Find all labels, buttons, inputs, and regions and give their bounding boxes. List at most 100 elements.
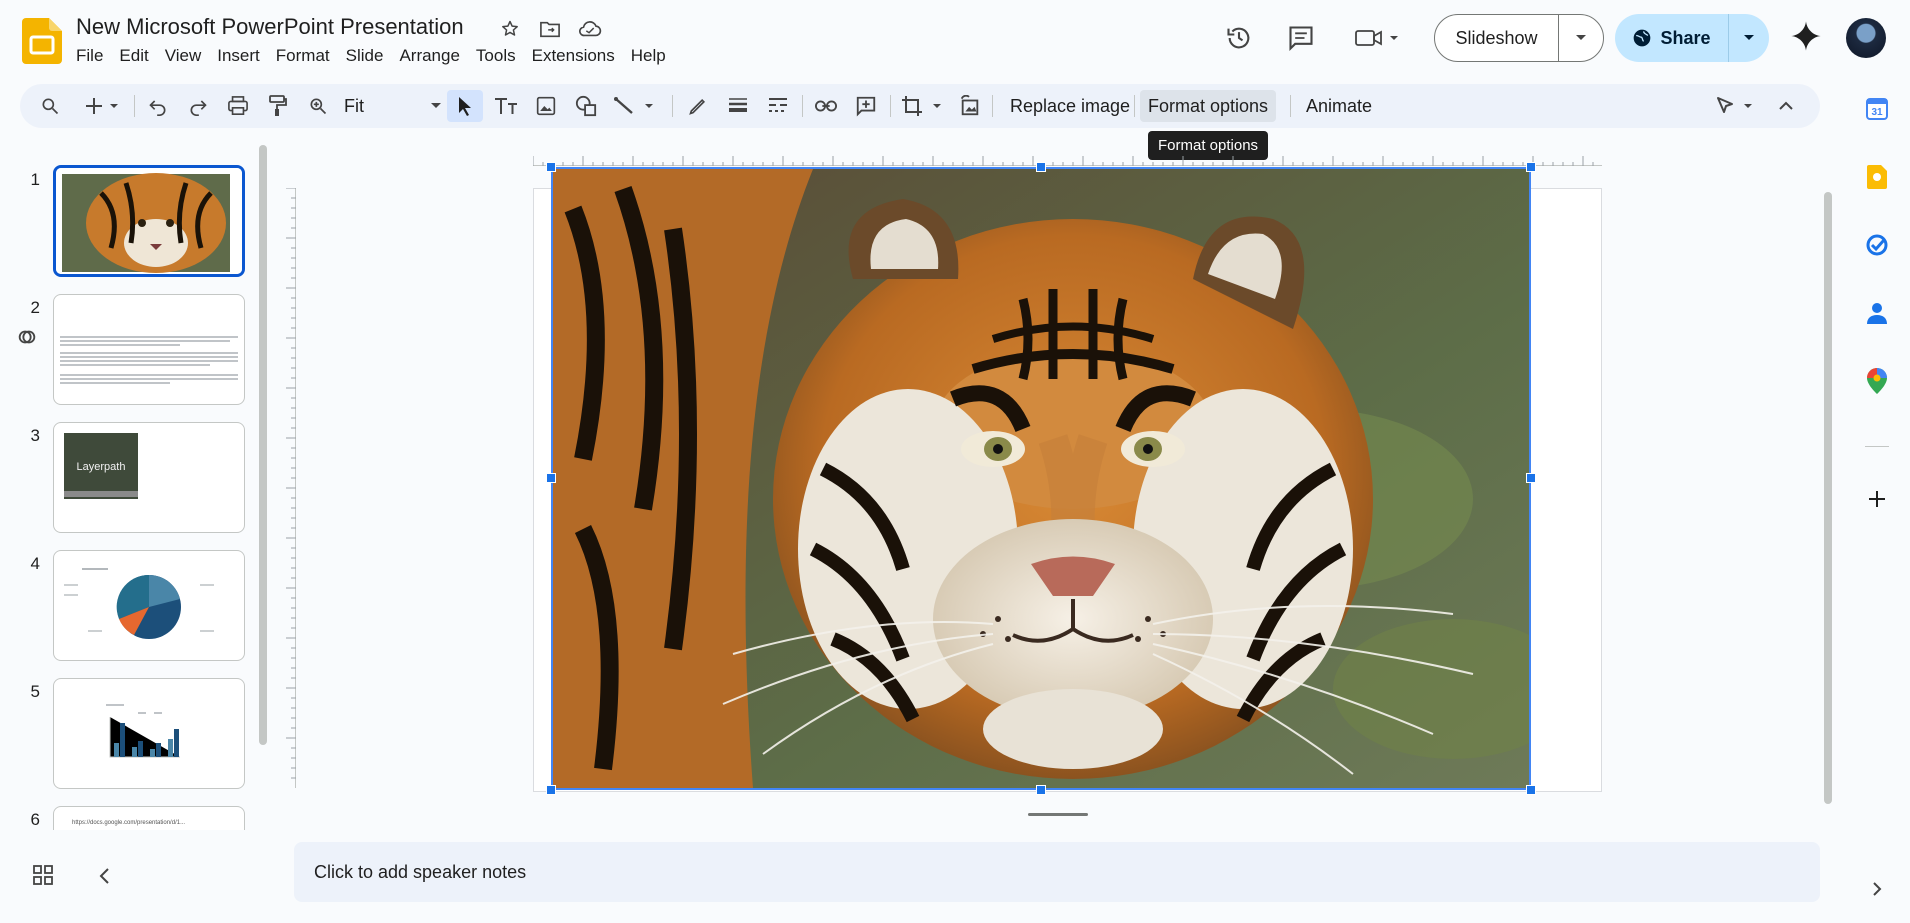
format-options-button[interactable]: Format options <box>1140 90 1277 122</box>
paint-format-icon[interactable] <box>262 90 294 122</box>
menu-slide[interactable]: Slide <box>338 46 392 66</box>
slideshow-button-group: Slideshow <box>1434 14 1604 62</box>
avatar[interactable] <box>1846 18 1886 58</box>
vertical-ruler[interactable] <box>284 188 296 788</box>
editing-mode-icon[interactable] <box>1714 90 1760 122</box>
add-icon[interactable] <box>1860 482 1894 516</box>
slide-thumbnail-1[interactable] <box>53 165 245 277</box>
border-weight-icon[interactable] <box>722 90 754 122</box>
filmstrip-scrollbar[interactable] <box>259 145 267 745</box>
keep-icon[interactable] <box>1860 160 1894 194</box>
slide-thumbnail-2[interactable] <box>53 294 245 405</box>
crop-icon[interactable] <box>898 90 950 122</box>
slide-number: 5 <box>30 682 40 701</box>
menu-help[interactable]: Help <box>623 46 674 66</box>
slide-thumbnail-5[interactable] <box>53 678 245 789</box>
zoom-select[interactable]: Fit <box>338 90 448 122</box>
slide-number: 1 <box>30 170 40 189</box>
select-tool-icon[interactable] <box>447 90 483 122</box>
add-comment-icon[interactable] <box>850 90 882 122</box>
replace-image-button[interactable]: Replace image <box>1002 90 1138 122</box>
slide-number: 6 <box>30 810 40 829</box>
expand-panel-icon[interactable] <box>1860 872 1894 906</box>
menu-insert[interactable]: Insert <box>209 46 268 66</box>
collapse-toolbar-icon[interactable] <box>1770 90 1802 122</box>
meet-icon[interactable] <box>1348 18 1408 58</box>
star-icon[interactable] <box>498 17 522 41</box>
menu-tools[interactable]: Tools <box>468 46 524 66</box>
zoom-icon[interactable] <box>302 90 334 122</box>
maps-icon[interactable] <box>1860 364 1894 398</box>
slide-6-snippet: https://docs.google.com/presentation/d/1… <box>72 820 186 826</box>
border-color-icon[interactable] <box>682 90 714 122</box>
slide-thumbnail-6[interactable]: https://docs.google.com/presentation/d/1… <box>53 806 245 830</box>
slide-number: 2 <box>30 298 40 317</box>
resize-handle-right[interactable] <box>1526 473 1536 483</box>
resize-handle-top[interactable] <box>1036 162 1046 172</box>
share-button-group: Share <box>1615 14 1769 62</box>
svg-text:31: 31 <box>1871 107 1883 118</box>
search-menus-icon[interactable] <box>34 90 66 122</box>
slideshow-button[interactable]: Slideshow <box>1435 15 1559 61</box>
slides-logo-icon[interactable] <box>22 18 62 64</box>
tasks-icon[interactable] <box>1860 228 1894 262</box>
move-folder-icon[interactable] <box>538 17 562 41</box>
undo-icon[interactable] <box>142 90 174 122</box>
menu-view[interactable]: View <box>157 46 210 66</box>
menu-edit[interactable]: Edit <box>111 46 156 66</box>
speaker-notes-field[interactable]: Click to add speaker notes <box>294 842 1820 902</box>
reset-image-icon[interactable] <box>954 90 986 122</box>
contacts-icon[interactable] <box>1860 296 1894 330</box>
cloud-status-icon[interactable] <box>578 17 602 41</box>
side-panel: 31 <box>1852 86 1902 916</box>
shape-icon[interactable] <box>570 90 602 122</box>
share-label: Share <box>1660 27 1711 48</box>
redo-icon[interactable] <box>182 90 214 122</box>
menu-arrange[interactable]: Arrange <box>391 46 467 66</box>
comment-icon[interactable] <box>1281 18 1321 58</box>
collapse-filmstrip-icon[interactable] <box>98 867 110 885</box>
resize-handle-left[interactable] <box>546 473 556 483</box>
selected-tiger-image[interactable] <box>551 167 1531 790</box>
resize-handle-bottom-right[interactable] <box>1526 785 1536 795</box>
slide-thumbnail-4[interactable] <box>53 550 245 661</box>
notes-resize-handle[interactable] <box>1028 813 1088 816</box>
zoom-value: Fit <box>344 95 364 116</box>
chevron-down-icon <box>1744 35 1754 40</box>
history-icon[interactable] <box>1219 18 1259 58</box>
slideshow-dropdown-button[interactable] <box>1559 15 1603 61</box>
insert-image-icon[interactable] <box>530 90 562 122</box>
menu-format[interactable]: Format <box>268 46 338 66</box>
gemini-icon[interactable] <box>1790 20 1822 52</box>
line-icon[interactable] <box>610 90 662 122</box>
resize-handle-top-right[interactable] <box>1526 162 1536 172</box>
link-icon <box>16 326 38 348</box>
share-button[interactable]: Share <box>1615 14 1729 62</box>
grid-view-icon[interactable] <box>32 864 54 886</box>
slide-thumbnail-3[interactable]: Layerpath <box>53 422 245 533</box>
animate-button[interactable]: Animate <box>1298 90 1380 122</box>
globe-icon <box>1632 28 1652 48</box>
menu-file[interactable]: File <box>68 46 111 66</box>
new-slide-icon[interactable] <box>80 90 128 122</box>
slide-3-caption: Layerpath <box>77 461 126 473</box>
document-title[interactable]: New Microsoft PowerPoint Presentation <box>76 14 464 40</box>
calendar-icon[interactable]: 31 <box>1860 92 1894 126</box>
print-icon[interactable] <box>222 90 254 122</box>
resize-handle-top-left[interactable] <box>546 162 556 172</box>
slide-number: 3 <box>30 426 40 445</box>
horizontal-ruler[interactable] <box>533 152 1602 166</box>
resize-handle-bottom-left[interactable] <box>546 785 556 795</box>
menu-bar: File Edit View Insert Format Slide Arran… <box>68 46 674 66</box>
border-dash-icon[interactable] <box>762 90 794 122</box>
insert-link-icon[interactable] <box>810 90 842 122</box>
slide-number: 4 <box>30 554 40 573</box>
share-dropdown-button[interactable] <box>1729 14 1769 62</box>
menu-extensions[interactable]: Extensions <box>524 46 623 66</box>
filmstrip: 1 2 3 Layerpath 4 5 6 https://docs.googl… <box>0 160 258 830</box>
chevron-down-icon <box>1576 35 1586 40</box>
text-box-icon[interactable] <box>490 90 522 122</box>
chevron-down-icon <box>431 103 441 108</box>
canvas-scrollbar[interactable] <box>1824 192 1832 804</box>
resize-handle-bottom[interactable] <box>1036 785 1046 795</box>
